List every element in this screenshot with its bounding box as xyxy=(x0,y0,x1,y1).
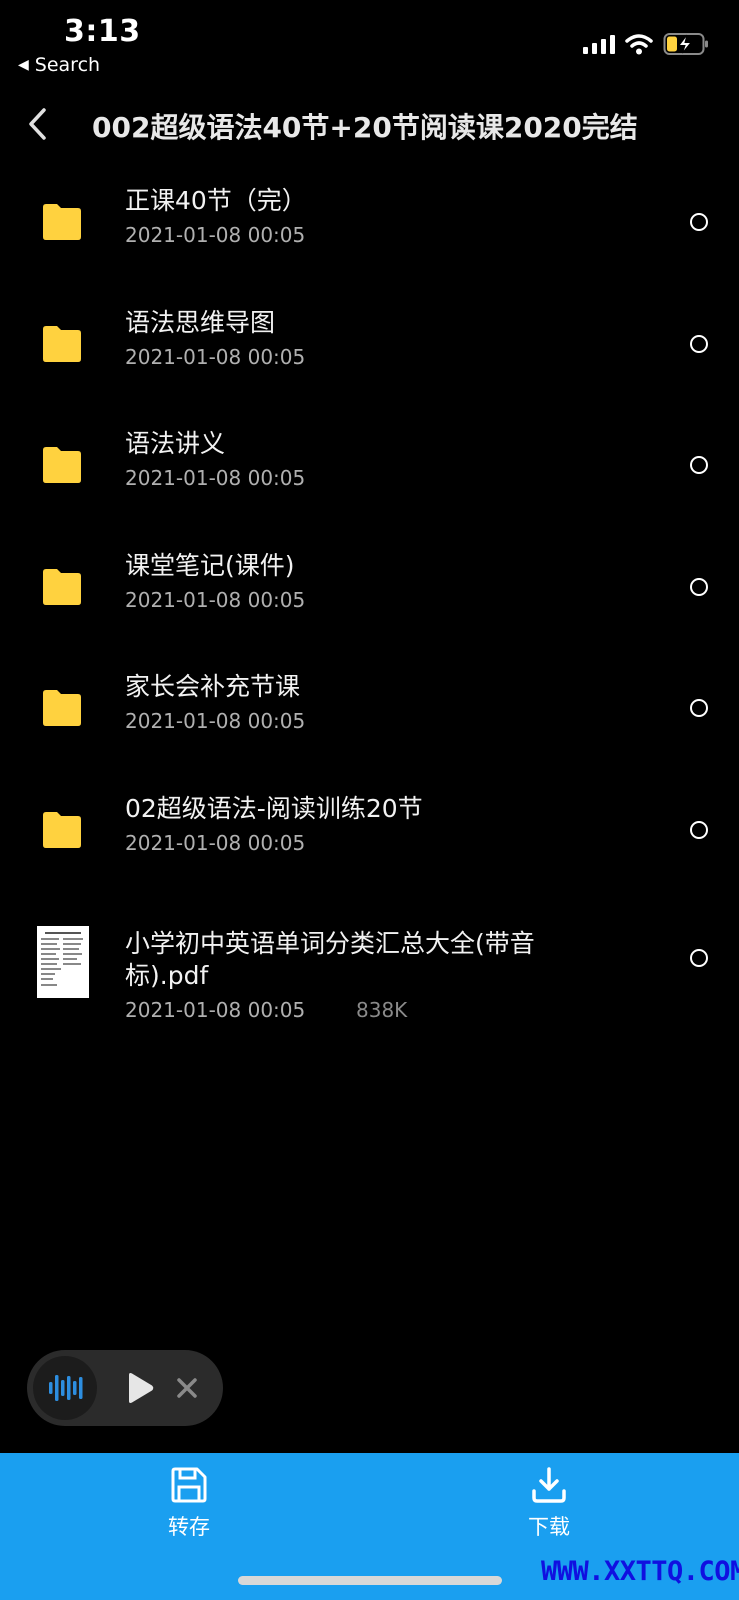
page-title: 002超级语法40节+20节阅读课2020完结 xyxy=(92,111,638,144)
file-size: 838K xyxy=(356,998,408,1022)
pdf-thumbnail-icon xyxy=(37,926,89,998)
save-disk-icon xyxy=(171,1467,207,1503)
select-radio[interactable] xyxy=(690,820,708,839)
file-name: 课堂笔记(课件) xyxy=(125,550,295,580)
save-label: 转存 xyxy=(168,1515,210,1539)
file-date: 2021-01-08 00:05 xyxy=(125,830,306,855)
select-radio[interactable] xyxy=(690,213,708,231)
save-to-drive-button[interactable]: 转存 xyxy=(129,1465,249,1541)
file-row-folder[interactable]: 语法思维导图 2021-01-08 00:05 xyxy=(0,287,739,409)
close-icon[interactable] xyxy=(175,1376,199,1400)
folder-icon xyxy=(43,325,81,362)
watermark-text: WWW.XXTTQ.COM xyxy=(541,1556,739,1587)
file-name: 小学初中英语单词分类汇总大全(带音标).pdf xyxy=(125,929,535,990)
home-indicator[interactable] xyxy=(238,1576,502,1585)
file-name: 02超级语法-阅读训练20节 xyxy=(125,793,423,823)
battery-charging-icon xyxy=(663,33,708,55)
file-date: 2021-01-08 00:05 xyxy=(125,466,306,490)
select-radio[interactable] xyxy=(690,699,708,717)
play-icon[interactable] xyxy=(125,1372,155,1404)
select-radio[interactable] xyxy=(690,456,708,474)
file-name: 正课40节（完） xyxy=(125,186,307,215)
cellular-signal-icon xyxy=(583,35,615,54)
file-row-folder[interactable]: 语法讲义 2021-01-08 00:05 xyxy=(0,408,739,530)
mini-audio-player xyxy=(27,1350,223,1426)
wifi-icon xyxy=(625,34,653,55)
folder-icon xyxy=(43,447,81,483)
download-button[interactable]: 下载 xyxy=(489,1465,609,1541)
folder-icon xyxy=(43,811,81,848)
file-row-folder[interactable]: 课堂笔记(课件) 2021-01-08 00:05 xyxy=(0,530,739,652)
file-date: 2021-01-08 00:05 xyxy=(125,344,306,369)
folder-icon xyxy=(43,690,81,726)
select-radio[interactable] xyxy=(690,577,708,596)
file-row-folder[interactable]: 家长会补充节课 2021-01-08 00:05 xyxy=(0,651,739,773)
file-date: 2021-01-08 00:05 xyxy=(125,223,306,247)
file-date: 2021-01-08 00:05 xyxy=(125,587,306,612)
back-chevron-icon[interactable] xyxy=(22,104,54,144)
folder-icon xyxy=(43,204,81,240)
status-icons xyxy=(583,32,709,56)
file-list: 正课40节（完） 2021-01-08 00:05 语法思维导图 2021-01… xyxy=(0,165,739,1059)
back-app-label: Search xyxy=(34,54,101,76)
download-label: 下载 xyxy=(528,1515,570,1539)
select-radio[interactable] xyxy=(690,334,708,353)
status-bar: 3:13 ◀ Search xyxy=(0,0,739,84)
file-name: 语法思维导图 xyxy=(125,307,276,337)
select-radio[interactable] xyxy=(690,949,708,967)
folder-icon xyxy=(43,568,81,605)
file-name: 家长会补充节课 xyxy=(125,672,301,701)
navigation-header: 002超级语法40节+20节阅读课2020完结 xyxy=(0,96,739,156)
status-time: 3:13 xyxy=(64,14,141,49)
file-row-pdf[interactable]: 小学初中英语单词分类汇总大全(带音标).pdf 2021-01-08 00:05… xyxy=(0,894,739,1059)
audio-waveform-icon[interactable] xyxy=(33,1356,97,1420)
file-date: 2021-01-08 00:05 xyxy=(125,998,306,1022)
file-row-folder[interactable]: 02超级语法-阅读训练20节 2021-01-08 00:05 xyxy=(0,773,739,895)
file-name: 语法讲义 xyxy=(125,429,226,458)
download-icon xyxy=(532,1467,566,1503)
back-triangle-icon: ◀ xyxy=(18,57,29,73)
file-row-folder[interactable]: 正课40节（完） 2021-01-08 00:05 xyxy=(0,165,739,287)
file-date: 2021-01-08 00:05 xyxy=(125,709,306,733)
back-to-search-link[interactable]: ◀ Search xyxy=(18,54,100,76)
